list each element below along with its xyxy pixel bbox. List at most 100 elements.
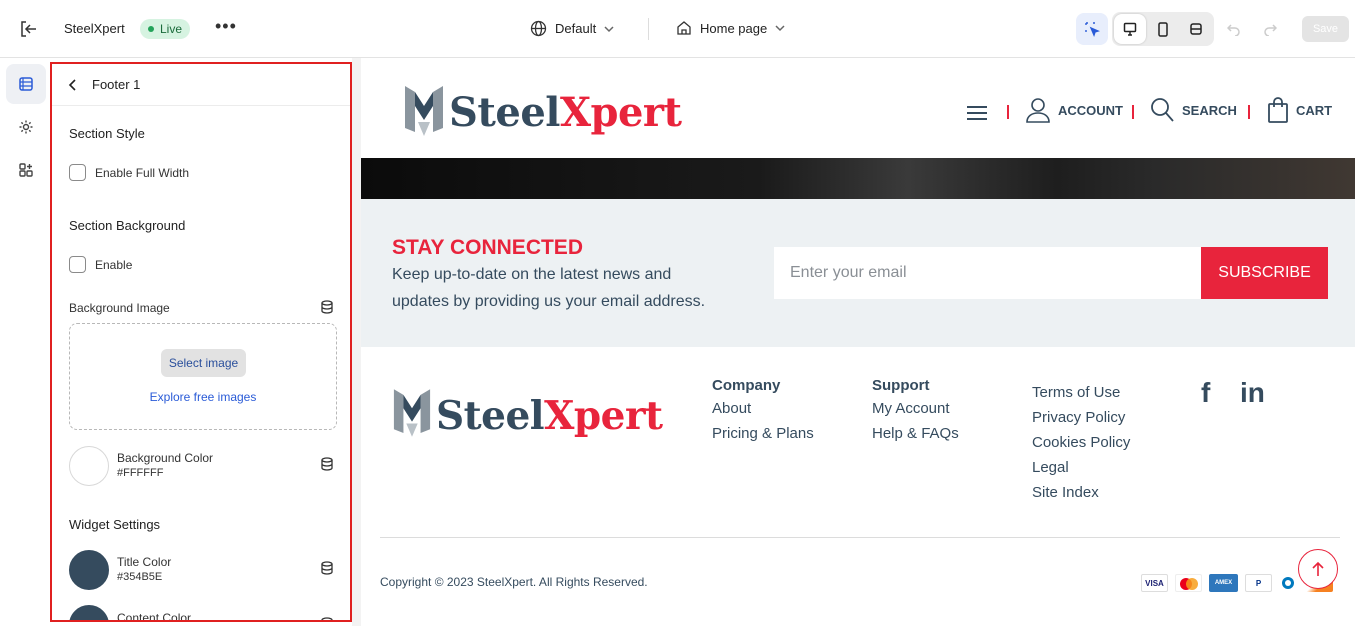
footer-support-column: Support My Account Help & FAQs xyxy=(872,376,959,446)
site-logo-text[interactable]: SteelXpert xyxy=(449,89,682,136)
background-color-value: #FFFFFF xyxy=(117,467,164,479)
subscribe-button[interactable]: SUBSCRIBE xyxy=(1201,247,1328,299)
footer-logo-text[interactable]: SteelXpert xyxy=(436,393,663,439)
mobile-view-button[interactable] xyxy=(1147,13,1179,45)
exit-icon[interactable] xyxy=(18,19,38,39)
panel-title: Footer 1 xyxy=(92,77,141,92)
nav-separator xyxy=(1132,105,1134,119)
status-badge: Live xyxy=(140,19,191,39)
section-settings-panel: Footer 1 Section Style Enable Full Width… xyxy=(50,62,352,622)
footer-link[interactable]: Pricing & Plans xyxy=(712,421,814,446)
background-color-label: Background Color xyxy=(117,451,214,465)
search-link[interactable]: SEARCH xyxy=(1150,97,1237,123)
left-rail xyxy=(0,58,52,626)
email-input[interactable]: Enter your email xyxy=(774,247,1202,299)
shopping-bag-icon xyxy=(1268,97,1288,123)
footer-link[interactable]: Help & FAQs xyxy=(872,421,959,446)
enable-background-checkbox[interactable]: Enable xyxy=(69,256,132,273)
footer-legal-column: Terms of Use Privacy Policy Cookies Poli… xyxy=(1032,380,1130,505)
checkbox[interactable] xyxy=(69,256,86,273)
database-icon[interactable] xyxy=(320,300,334,314)
editor-topbar: SteelXpert Live ••• Default Home page Sa… xyxy=(0,0,1355,58)
database-icon[interactable] xyxy=(320,457,334,471)
inspector-tool-button[interactable] xyxy=(1076,13,1108,45)
expand-icon xyxy=(1190,23,1202,35)
footer-link[interactable]: Privacy Policy xyxy=(1032,405,1130,430)
title-color-swatch[interactable] xyxy=(69,550,109,590)
cart-label: CART xyxy=(1296,102,1333,118)
select-cursor-icon xyxy=(1085,22,1100,37)
undo-button[interactable] xyxy=(1218,13,1250,45)
footer-company-column: Company About Pricing & Plans xyxy=(712,376,814,446)
background-image-label: Background Image xyxy=(69,301,170,315)
checkbox-label: Enable xyxy=(95,257,133,272)
mobile-icon xyxy=(1158,21,1168,37)
back-to-top-button[interactable] xyxy=(1298,549,1338,589)
site-header: SteelXpert ACCOUNT SEARCH CART xyxy=(361,65,1355,158)
explore-free-images-link[interactable]: Explore free images xyxy=(70,390,336,404)
chevron-down-icon xyxy=(604,25,614,32)
copyright-text: Copyright © 2023 SteelXpert. All Rights … xyxy=(380,575,648,589)
desktop-view-button[interactable] xyxy=(1114,14,1146,44)
section-style-heading: Section Style xyxy=(69,126,145,141)
linkedin-icon[interactable]: in xyxy=(1240,377,1265,409)
newsletter-title: STAY CONNECTED xyxy=(392,236,583,259)
logo-part-2: Xpert xyxy=(559,89,682,136)
hamburger-menu-icon[interactable] xyxy=(967,105,987,121)
page-select[interactable]: Home page xyxy=(676,20,785,36)
image-dropzone[interactable]: Select image Explore free images xyxy=(69,323,337,430)
account-link[interactable]: ACCOUNT xyxy=(1026,97,1123,123)
settings-nav-button[interactable] xyxy=(6,107,46,147)
save-button[interactable]: Save xyxy=(1302,16,1349,42)
database-icon[interactable] xyxy=(320,561,334,575)
footer-link[interactable]: Legal xyxy=(1032,455,1130,480)
hero-banner-image xyxy=(361,158,1355,199)
globe-icon xyxy=(530,20,547,37)
select-image-button[interactable]: Select image xyxy=(161,349,246,377)
logo-part-1: Steel xyxy=(449,89,560,136)
mastercard-icon xyxy=(1175,574,1202,592)
back-arrow-icon[interactable] xyxy=(68,78,78,91)
steelxpert-logo-icon[interactable] xyxy=(403,82,445,140)
panel-header: Footer 1 xyxy=(52,64,350,106)
apps-nav-button[interactable] xyxy=(6,150,46,190)
content-color-swatch[interactable] xyxy=(69,605,109,620)
content-color-label: Content Color xyxy=(117,611,192,622)
footer-logo-icon[interactable] xyxy=(392,385,432,441)
search-icon xyxy=(1151,98,1174,122)
diners-circle xyxy=(1282,577,1294,589)
user-icon xyxy=(1026,98,1050,123)
logo-part-2: Xpert xyxy=(544,393,663,439)
footer-link[interactable]: Cookies Policy xyxy=(1032,430,1130,455)
chevron-down-icon xyxy=(775,25,785,32)
diners-icon xyxy=(1279,574,1297,592)
redo-button[interactable] xyxy=(1254,13,1286,45)
amex-icon: AMEX xyxy=(1209,574,1238,592)
theme-select[interactable]: Default xyxy=(530,20,614,37)
divider xyxy=(648,18,649,40)
home-icon xyxy=(677,21,691,35)
newsletter-description: Keep up-to-date on the latest news and u… xyxy=(392,266,706,310)
footer-link[interactable]: Site Index xyxy=(1032,480,1130,505)
panel-scrollbar[interactable] xyxy=(352,58,361,626)
widget-settings-heading: Widget Settings xyxy=(69,517,161,532)
nav-separator xyxy=(1248,105,1250,119)
checkbox[interactable] xyxy=(69,164,86,181)
footer-divider xyxy=(380,537,1340,538)
fullscreen-view-button[interactable] xyxy=(1180,13,1212,45)
footer-link[interactable]: My Account xyxy=(872,396,959,421)
footer-link[interactable]: About xyxy=(712,396,814,421)
database-icon[interactable] xyxy=(320,617,334,622)
enable-full-width-checkbox[interactable]: Enable Full Width xyxy=(69,164,189,181)
page-select-label: Home page xyxy=(700,20,768,36)
facebook-icon[interactable]: f xyxy=(1201,377,1210,409)
sections-nav-button[interactable] xyxy=(6,64,46,104)
redo-icon xyxy=(1264,24,1277,36)
visa-icon: VISA xyxy=(1141,574,1168,592)
cart-link[interactable]: CART xyxy=(1268,97,1332,123)
checkbox-label: Enable Full Width xyxy=(95,165,190,180)
more-options-button[interactable]: ••• xyxy=(215,16,237,37)
background-color-swatch[interactable] xyxy=(69,446,109,486)
section-background-heading: Section Background xyxy=(69,218,186,233)
footer-link[interactable]: Terms of Use xyxy=(1032,380,1130,405)
